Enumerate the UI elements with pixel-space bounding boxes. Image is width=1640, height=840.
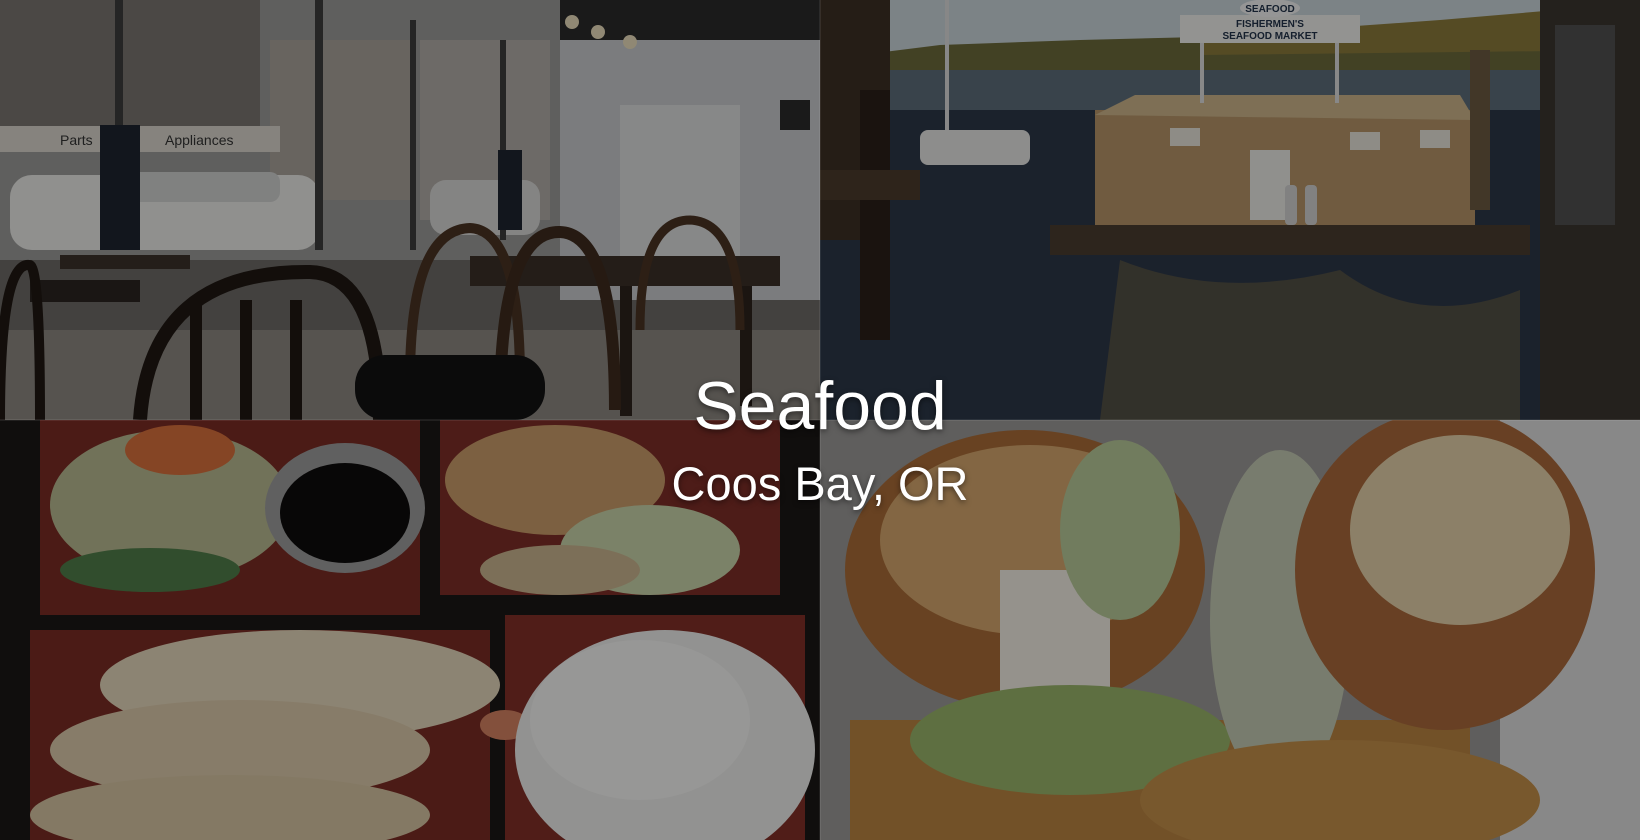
hero-text: Seafood Coos Bay, OR <box>0 372 1640 507</box>
appliances-sign: Appliances <box>165 132 234 148</box>
harbor-market-photo: FISHERMEN'S SEAFOOD MARKET SEAFOOD <box>820 0 1640 420</box>
hero-title: Seafood <box>693 368 947 444</box>
seafood-logo-text: SEAFOOD <box>1245 4 1294 15</box>
seafood-market-sign-text: SEAFOOD MARKET <box>1223 31 1318 42</box>
parts-sign: Parts <box>60 132 93 148</box>
fishermens-sign-text: FISHERMEN'S <box>1236 19 1304 30</box>
restaurant-interior-photo: Parts Appliances <box>0 0 820 420</box>
hero-subtitle: Coos Bay, OR <box>671 457 969 510</box>
